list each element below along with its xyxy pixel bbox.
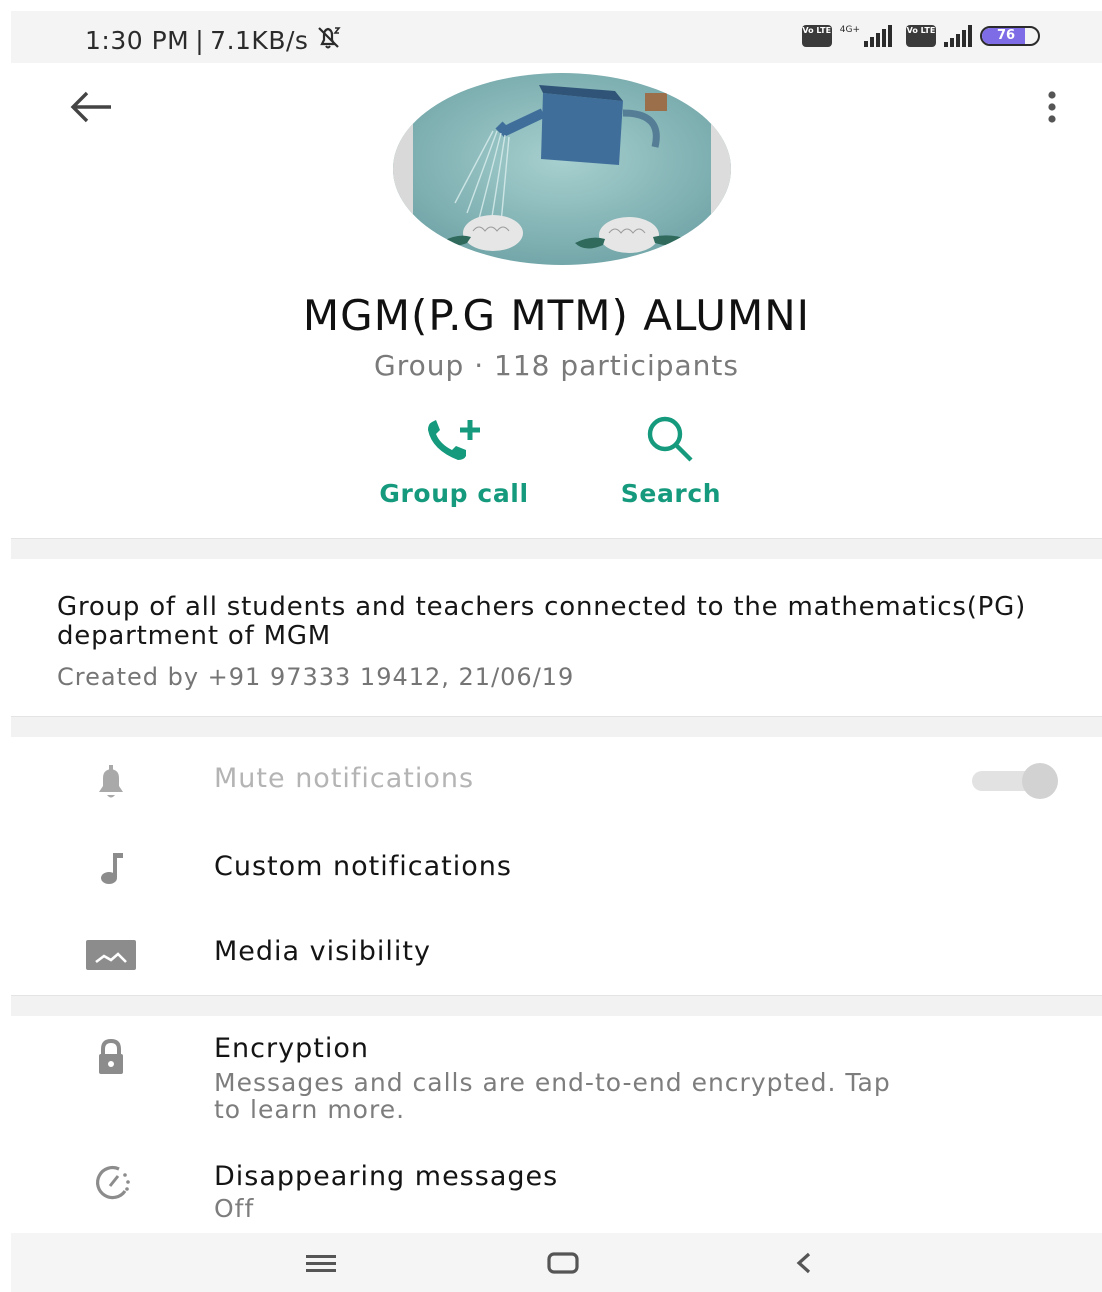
system-nav-bar [11, 1233, 1102, 1292]
bell-icon [81, 763, 141, 803]
signal-icon [864, 25, 892, 47]
mute-notifications-label: Mute notifications [214, 763, 475, 794]
group-name: MGM(P.G MTM) ALUMNI [302, 291, 811, 340]
search-label: Search [620, 479, 722, 508]
add-call-icon [428, 420, 480, 460]
search-button[interactable]: Search [589, 409, 753, 508]
network-type: 4G+ [839, 25, 860, 35]
more-vert-icon [1048, 91, 1056, 123]
section-divider-3 [11, 995, 1102, 1016]
chevron-left-icon [796, 1252, 811, 1274]
media-visibility-label: Media visibility [214, 936, 431, 967]
signal-icon-2 [944, 25, 972, 47]
group-call-label: Group call [379, 479, 529, 508]
timer-icon [81, 1161, 141, 1205]
group-subtitle: Group · 118 participants [11, 349, 1102, 382]
volte-icon: Vo LTE [801, 25, 832, 47]
home-icon [547, 1252, 579, 1274]
encryption-description: Messages and calls are end-to-end encryp… [214, 1068, 891, 1124]
search-icon [647, 416, 693, 462]
back-button[interactable] [61, 81, 121, 133]
nav-back-button[interactable] [775, 1241, 835, 1285]
status-separator: | [195, 25, 205, 55]
battery-icon: 76 [980, 26, 1040, 46]
status-time: 1:30 PM [85, 25, 190, 55]
arrow-left-icon [70, 91, 111, 123]
more-options-button[interactable] [1030, 81, 1074, 133]
created-by: Created by +91 97333 19412, 21/06/19 [57, 663, 575, 691]
battery-level: 76 [996, 28, 1016, 43]
nav-home-button[interactable] [533, 1241, 593, 1285]
custom-notifications-label: Custom notifications [214, 851, 512, 882]
status-bar: 1:30 PM | 7.1KB/s Vo LTE 4G+ Vo LTE 76 [11, 11, 1102, 63]
music-note-icon [81, 849, 141, 889]
disappearing-messages-label: Disappearing messages [214, 1161, 559, 1192]
group-avatar[interactable] [393, 73, 731, 265]
nav-menu-button[interactable] [291, 1241, 351, 1285]
menu-icon [306, 1255, 336, 1272]
subtitle-dot: · [474, 349, 485, 382]
screen: 1:30 PM | 7.1KB/s Vo LTE 4G+ Vo LTE 76 M… [11, 11, 1102, 1292]
section-divider-2 [11, 716, 1102, 737]
group-call-button[interactable]: Group call [349, 409, 559, 508]
image-icon [81, 935, 141, 975]
status-speed: 7.1KB/s [210, 25, 309, 55]
section-divider-1 [11, 538, 1102, 559]
alarm-off-icon [314, 24, 342, 56]
group-description[interactable]: Group of all students and teachers conne… [57, 593, 1037, 651]
disappearing-messages-status: Off [214, 1194, 255, 1223]
mute-toggle[interactable] [968, 763, 1058, 799]
status-right: Vo LTE 4G+ Vo LTE 76 [801, 25, 1040, 47]
group-type: Group [374, 349, 465, 382]
lock-icon [81, 1037, 141, 1077]
encryption-label: Encryption [214, 1033, 369, 1064]
volte-icon-2: Vo LTE [906, 25, 936, 47]
status-left: 1:30 PM | 7.1KB/s [85, 24, 342, 56]
participant-count: 118 participants [494, 349, 739, 382]
